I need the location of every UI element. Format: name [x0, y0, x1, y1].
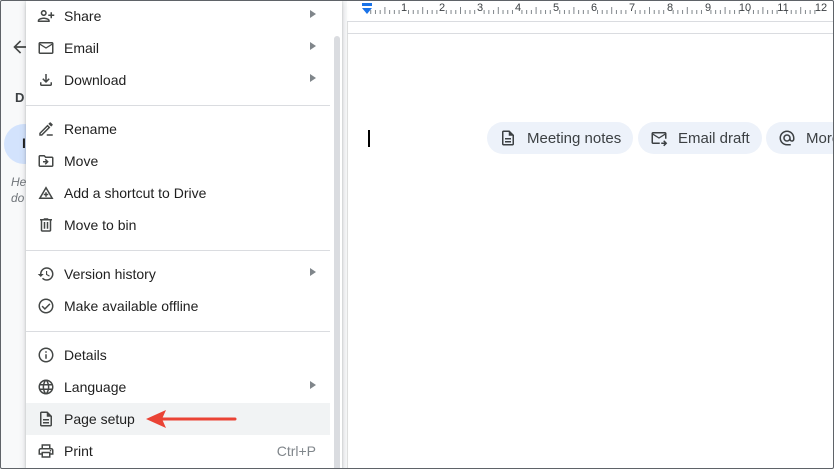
menu-item-label: Make available offline [64, 298, 199, 314]
menu-item-label: Language [64, 379, 127, 395]
globe-icon [38, 379, 54, 395]
menu-scrollbar-thumb[interactable] [334, 36, 340, 469]
ruler-number: 11 [777, 2, 789, 14]
menu-item-move[interactable]: Move [26, 145, 330, 177]
print-icon [38, 444, 54, 458]
ruler-number: 12 [814, 2, 828, 14]
horizontal-ruler[interactable]: 1 2 3 4 5 6 7 8 9 10 11 12 [347, 0, 834, 22]
download-icon [40, 74, 52, 86]
email-send-icon [651, 132, 668, 147]
submenu-arrow-icon [310, 74, 316, 82]
chip-label: Meeting notes [527, 129, 622, 147]
chip-meeting-notes[interactable]: Meeting notes [487, 122, 634, 154]
menu-item-add-shortcut[interactable]: Add a shortcut to Drive [26, 177, 330, 209]
chip-label: More [806, 129, 834, 147]
menu-item-download[interactable]: Download [26, 64, 330, 96]
back-arrow-icon[interactable] [10, 37, 26, 57]
menu-item-label: Page setup [64, 411, 135, 427]
menu-item-move-to-bin[interactable]: Move to bin [26, 209, 330, 241]
submenu-arrow-icon [310, 42, 316, 50]
menu-separator [26, 250, 330, 251]
menu-separator [26, 331, 330, 332]
drive-shortcut-icon [38, 186, 54, 199]
menu-item-language[interactable]: Language [26, 371, 330, 403]
ruler-number: 1 [400, 2, 408, 14]
menu-separator [26, 105, 330, 106]
ruler-number: 8 [666, 2, 674, 14]
menu-item-email[interactable]: Email [26, 32, 330, 64]
menu-item-label: Print [64, 443, 93, 459]
at-icon [779, 130, 795, 146]
menu-item-label: Move to bin [64, 217, 137, 233]
chip-label: Email draft [678, 129, 750, 147]
chip-email-draft[interactable]: Email draft [638, 122, 762, 154]
side-panel: D I He do [0, 0, 26, 469]
menu-item-label: Move [64, 153, 99, 169]
panel-hint-line: He [11, 175, 26, 189]
menu-item-label: Rename [64, 121, 117, 137]
ruler-number: 9 [704, 2, 712, 14]
panel-hint: He do [11, 174, 26, 206]
annotation-arrow-icon [146, 410, 237, 428]
info-icon [38, 347, 54, 363]
ruler-number: 2 [438, 2, 446, 14]
ruler-divider [347, 33, 834, 34]
keyboard-shortcut: Ctrl+P [276, 443, 316, 459]
ruler-number: 6 [590, 2, 598, 14]
chip-more[interactable]: More [766, 122, 834, 154]
ruler-number: 7 [628, 2, 636, 14]
folder-move-icon [38, 155, 54, 167]
menu-item-print[interactable]: Print Ctrl+P [26, 435, 330, 467]
first-line-indent-marker[interactable] [362, 3, 372, 6]
edit-icon [39, 122, 53, 136]
menu-item-label: Download [64, 72, 127, 88]
submenu-arrow-icon [310, 381, 316, 389]
menu-item-label: Version history [64, 266, 156, 282]
history-icon [37, 267, 54, 281]
menu-item-details[interactable]: Details [26, 339, 330, 371]
ruler-number: 5 [552, 2, 560, 14]
menu-item-label: Details [64, 347, 107, 363]
ruler-number: 3 [476, 2, 484, 14]
menu-item-version-history[interactable]: Version history [26, 258, 330, 290]
submenu-arrow-icon [310, 10, 316, 18]
menu-item-label: Email [64, 40, 100, 56]
menu-item-make-offline[interactable]: Make available offline [26, 290, 330, 322]
document-page[interactable] [347, 0, 834, 469]
menu-item-label: Add a shortcut to Drive [64, 185, 207, 201]
mail-icon [38, 42, 54, 54]
menu-item-label: Share [64, 8, 102, 24]
page-icon [40, 411, 52, 427]
menu-item-rename[interactable]: Rename [26, 113, 330, 145]
offline-check-icon [38, 298, 54, 314]
menu-item-share[interactable]: Share [26, 0, 330, 32]
document-icon [502, 130, 514, 146]
person-add-icon [37, 10, 55, 22]
panel-hint-line: do [11, 191, 25, 205]
panel-heading: D [15, 90, 25, 105]
ruler-number: 4 [514, 2, 522, 14]
ruler-number: 10 [738, 2, 752, 14]
text-cursor [368, 130, 370, 147]
trash-icon [40, 218, 52, 232]
submenu-arrow-icon [310, 268, 316, 276]
